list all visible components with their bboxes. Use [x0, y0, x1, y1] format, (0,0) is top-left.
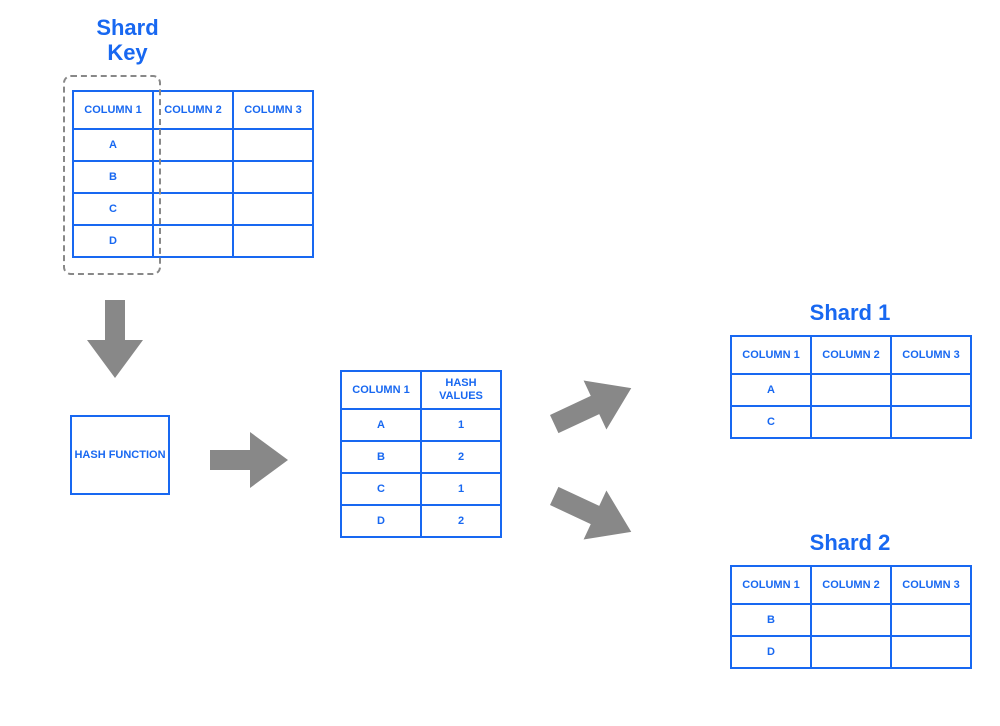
col-header: COLUMN 3	[233, 91, 313, 129]
col-header: COLUMN 2	[153, 91, 233, 129]
table-row: C 1	[341, 473, 501, 505]
shard2-table: COLUMN 1 COLUMN 2 COLUMN 3 B D	[730, 565, 972, 669]
table-row: B	[731, 604, 971, 636]
table-row: C	[731, 406, 971, 438]
cell	[153, 129, 233, 161]
cell: A	[341, 409, 421, 441]
title-shard-1: Shard 1	[750, 300, 950, 325]
title-shard-2: Shard 2	[750, 530, 950, 555]
cell	[233, 193, 313, 225]
table-row: B	[73, 161, 313, 193]
arrow-down-icon	[85, 300, 145, 380]
original-table: COLUMN 1 COLUMN 2 COLUMN 3 A B C D	[72, 90, 314, 258]
col-header: COLUMN 1	[73, 91, 153, 129]
table-row: D	[73, 225, 313, 257]
cell	[233, 161, 313, 193]
table-header-row: COLUMN 1 COLUMN 2 COLUMN 3	[731, 566, 971, 604]
cell	[811, 406, 891, 438]
cell	[811, 374, 891, 406]
cell: D	[731, 636, 811, 668]
table-row: B 2	[341, 441, 501, 473]
cell: B	[731, 604, 811, 636]
cell: A	[731, 374, 811, 406]
col-header: COLUMN 2	[811, 336, 891, 374]
arrow-down-right-icon	[550, 480, 640, 550]
cell	[891, 604, 971, 636]
cell	[811, 636, 891, 668]
hash-table: COLUMN 1 HASH VALUES A 1 B 2 C 1 D 2	[340, 370, 502, 538]
cell: D	[341, 505, 421, 537]
cell	[153, 225, 233, 257]
table-row: A 1	[341, 409, 501, 441]
cell	[811, 604, 891, 636]
col-header: COLUMN 1	[731, 566, 811, 604]
table-row: A	[73, 129, 313, 161]
cell: 2	[421, 441, 501, 473]
table-header-row: COLUMN 1 COLUMN 2 COLUMN 3	[73, 91, 313, 129]
col-header: HASH VALUES	[421, 371, 501, 409]
cell: 1	[421, 473, 501, 505]
arrow-up-right-icon	[550, 370, 640, 440]
table-row: C	[73, 193, 313, 225]
cell	[891, 406, 971, 438]
table-row: A	[731, 374, 971, 406]
hash-function-box: HASH FUNCTION	[70, 415, 170, 495]
cell: C	[73, 193, 153, 225]
cell: 1	[421, 409, 501, 441]
table-header-row: COLUMN 1 HASH VALUES	[341, 371, 501, 409]
table-row: D	[731, 636, 971, 668]
col-header: COLUMN 3	[891, 566, 971, 604]
col-header: COLUMN 2	[811, 566, 891, 604]
table-row: D 2	[341, 505, 501, 537]
cell: 2	[421, 505, 501, 537]
title-shard-key: Shard Key	[75, 15, 180, 66]
col-header: COLUMN 1	[731, 336, 811, 374]
arrow-right-icon	[210, 430, 290, 490]
cell: B	[341, 441, 421, 473]
cell	[233, 225, 313, 257]
cell	[153, 193, 233, 225]
cell: A	[73, 129, 153, 161]
col-header: COLUMN 3	[891, 336, 971, 374]
cell: B	[73, 161, 153, 193]
cell: D	[73, 225, 153, 257]
shard1-table: COLUMN 1 COLUMN 2 COLUMN 3 A C	[730, 335, 972, 439]
cell	[891, 636, 971, 668]
cell: C	[341, 473, 421, 505]
table-header-row: COLUMN 1 COLUMN 2 COLUMN 3	[731, 336, 971, 374]
cell	[153, 161, 233, 193]
cell	[233, 129, 313, 161]
col-header: COLUMN 1	[341, 371, 421, 409]
cell	[891, 374, 971, 406]
cell: C	[731, 406, 811, 438]
